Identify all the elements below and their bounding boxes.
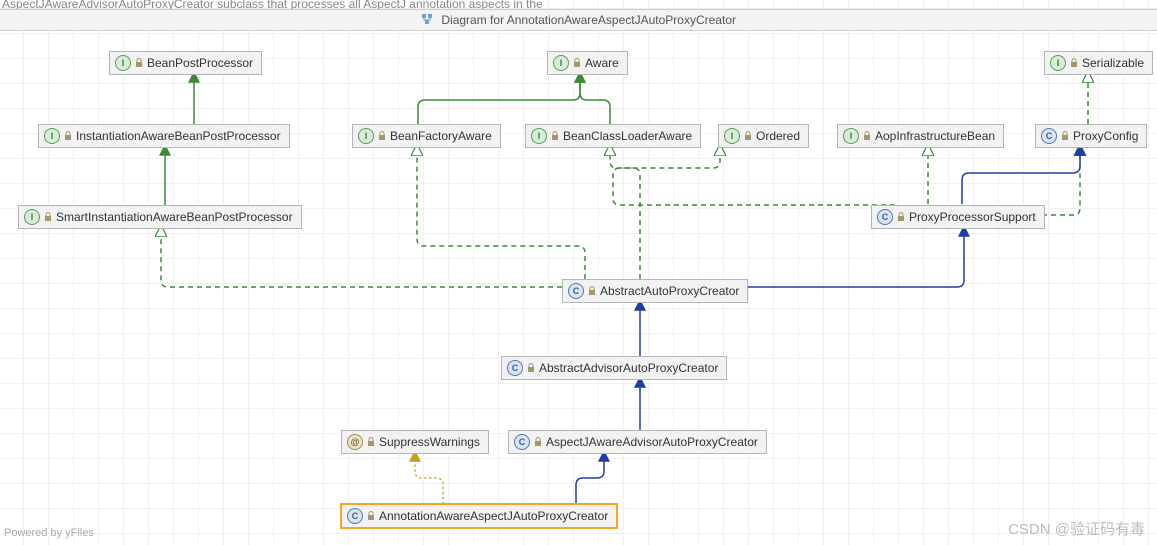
node-beanclassloaderaware[interactable]: I BeanClassLoaderAware <box>525 124 701 148</box>
interface-icon: I <box>553 55 569 71</box>
interface-icon: I <box>1050 55 1066 71</box>
class-icon: C <box>1041 128 1057 144</box>
class-icon: C <box>568 283 584 299</box>
node-label: BeanPostProcessor <box>147 56 253 70</box>
node-label: ProxyConfig <box>1073 129 1138 143</box>
node-label: AbstractAutoProxyCreator <box>600 284 739 298</box>
class-icon: C <box>514 434 530 450</box>
node-abstractautoproxycreator[interactable]: C AbstractAutoProxyCreator <box>562 279 748 303</box>
title-bar: Diagram for AnnotationAwareAspectJAutoPr… <box>0 9 1157 31</box>
node-proxyprocessorsupport[interactable]: C ProxyProcessorSupport <box>871 205 1045 229</box>
lock-icon <box>743 131 753 141</box>
node-label: AnnotationAwareAspectJAutoProxyCreator <box>379 509 608 523</box>
node-aspectjawareadvisorapc[interactable]: C AspectJAwareAdvisorAutoProxyCreator <box>508 430 767 454</box>
node-instantiationawarebpp[interactable]: I InstantiationAwareBeanPostProcessor <box>38 124 290 148</box>
lock-icon <box>1069 58 1079 68</box>
node-serializable[interactable]: I Serializable <box>1044 51 1153 75</box>
lock-icon <box>862 131 872 141</box>
interface-icon: I <box>44 128 60 144</box>
lock-icon <box>526 363 536 373</box>
grid-background <box>0 0 1157 545</box>
lock-icon <box>366 511 376 521</box>
lock-icon <box>43 212 53 222</box>
interface-icon: I <box>531 128 547 144</box>
node-label: Serializable <box>1082 56 1144 70</box>
node-label: Ordered <box>756 129 800 143</box>
interface-icon: I <box>358 128 374 144</box>
lock-icon <box>63 131 73 141</box>
node-ordered[interactable]: I Ordered <box>718 124 809 148</box>
node-label: SmartInstantiationAwareBeanPostProcessor <box>56 210 293 224</box>
lock-icon <box>572 58 582 68</box>
node-annotationawareaspectjapc[interactable]: C AnnotationAwareAspectJAutoProxyCreator <box>341 504 617 528</box>
node-label: InstantiationAwareBeanPostProcessor <box>76 129 281 143</box>
node-abstractadvisorapc[interactable]: C AbstractAdvisorAutoProxyCreator <box>501 356 727 380</box>
lock-icon <box>587 286 597 296</box>
lock-icon <box>366 437 376 447</box>
node-label: ProxyProcessorSupport <box>909 210 1036 224</box>
diagram-page: AspectJAwareAdvisorAutoProxyCreator subc… <box>0 0 1157 545</box>
powered-by: Powered by yFiles <box>4 527 94 539</box>
lock-icon <box>550 131 560 141</box>
diagram-title: Diagram for AnnotationAwareAspectJAutoPr… <box>441 13 736 27</box>
lock-icon <box>533 437 543 447</box>
node-label: BeanClassLoaderAware <box>563 129 692 143</box>
node-smartinstantiation[interactable]: I SmartInstantiationAwareBeanPostProcesso… <box>18 205 302 229</box>
node-label: AopInfrastructureBean <box>875 129 995 143</box>
lock-icon <box>377 131 387 141</box>
node-label: Aware <box>585 56 619 70</box>
node-suppresswarnings[interactable]: @ SuppressWarnings <box>341 430 489 454</box>
annotation-icon: @ <box>347 434 363 450</box>
node-label: AspectJAwareAdvisorAutoProxyCreator <box>546 435 758 449</box>
node-label: BeanFactoryAware <box>390 129 492 143</box>
interface-icon: I <box>843 128 859 144</box>
watermark: CSDN @验证码有毒 <box>1008 518 1145 539</box>
interface-icon: I <box>724 128 740 144</box>
lock-icon <box>134 58 144 68</box>
node-label: AbstractAdvisorAutoProxyCreator <box>539 361 718 375</box>
node-aopinfrabean[interactable]: I AopInfrastructureBean <box>837 124 1004 148</box>
node-label: SuppressWarnings <box>379 435 480 449</box>
class-icon: C <box>877 209 893 225</box>
interface-icon: I <box>24 209 40 225</box>
diagram-icon <box>421 11 433 31</box>
node-beanpostprocessor[interactable]: I BeanPostProcessor <box>109 51 262 75</box>
class-icon: C <box>507 360 523 376</box>
interface-icon: I <box>115 55 131 71</box>
class-icon: C <box>347 508 363 524</box>
lock-icon <box>896 212 906 222</box>
node-proxyconfig[interactable]: C ProxyConfig <box>1035 124 1147 148</box>
lock-icon <box>1060 131 1070 141</box>
node-beanfactoryaware[interactable]: I BeanFactoryAware <box>352 124 501 148</box>
node-aware[interactable]: I Aware <box>547 51 628 75</box>
